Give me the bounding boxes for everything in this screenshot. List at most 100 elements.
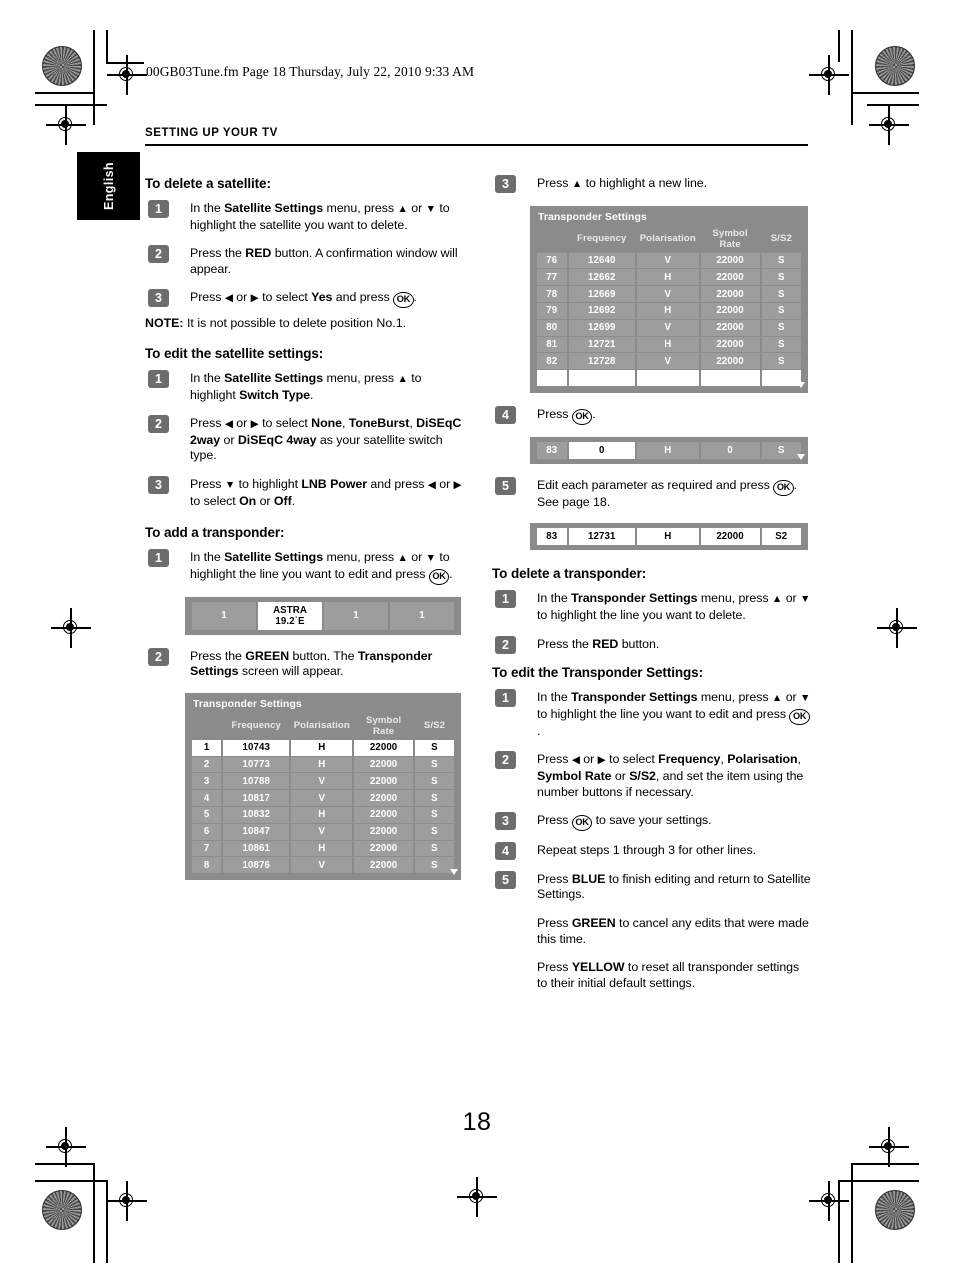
table-row[interactable]: 83 [537, 370, 801, 386]
table-cell[interactable]: 10788 [223, 773, 290, 790]
table-cell[interactable]: H [291, 756, 353, 773]
table-cell[interactable]: 22000 [700, 528, 760, 546]
table-cell[interactable]: 10832 [223, 807, 290, 823]
table-cell[interactable]: 22000 [354, 739, 413, 756]
table-cell[interactable]: 10743 [223, 739, 290, 756]
table-cell[interactable]: S [761, 336, 801, 353]
scroll-down-arrow-icon[interactable] [797, 381, 805, 388]
table-cell[interactable]: 3 [192, 773, 222, 790]
transponder-saved-strip-row[interactable]: 83 12731 H 22000 S2 [537, 528, 801, 546]
table-cell[interactable]: H [636, 336, 699, 353]
table-cell[interactable]: 12692 [568, 302, 635, 319]
table-cell[interactable]: 22000 [700, 269, 760, 286]
table-cell[interactable]: 1 [324, 601, 388, 630]
table-cell[interactable]: H [636, 441, 699, 459]
table-cell[interactable]: V [636, 286, 699, 302]
table-cell[interactable]: 22000 [700, 252, 760, 269]
table-cell[interactable]: 12731 [568, 528, 635, 546]
table-cell[interactable]: H [291, 840, 353, 857]
table-cell[interactable]: 4 [192, 790, 222, 807]
table-cell[interactable]: H [636, 269, 699, 286]
table-cell[interactable]: 1 [390, 601, 454, 630]
table-cell[interactable]: S [414, 840, 454, 857]
table-cell[interactable]: 12640 [568, 252, 635, 269]
table-row[interactable]: 3 10788 V 22000 S [192, 773, 454, 790]
table-cell[interactable]: 82 [537, 353, 567, 370]
transponder-saved-strip[interactable]: 83 12731 H 22000 S2 [530, 523, 808, 551]
table-cell[interactable]: 8 [192, 857, 222, 874]
table-cell[interactable]: 80 [537, 319, 567, 336]
table-cell[interactable]: 77 [537, 269, 567, 286]
table-cell[interactable]: 22000 [354, 790, 413, 807]
table-cell[interactable] [568, 370, 635, 386]
table-row[interactable]: 77 12662 H 22000 S [537, 269, 801, 286]
table-cell[interactable] [761, 370, 801, 386]
table-cell[interactable]: S [414, 807, 454, 823]
table-cell[interactable]: S [414, 739, 454, 756]
table-row[interactable]: 8 10876 V 22000 S [192, 857, 454, 874]
table-cell[interactable]: 22000 [354, 857, 413, 874]
transponder-edit-strip[interactable]: 83 0 H 0 S [530, 436, 808, 464]
table-cell[interactable]: V [636, 252, 699, 269]
table-cell[interactable]: 22000 [354, 756, 413, 773]
satellite-settings-strip[interactable]: 1 ASTRA 19.2˙E 1 1 [185, 596, 461, 635]
table-cell[interactable]: S [414, 756, 454, 773]
satellite-strip-row[interactable]: 1 ASTRA 19.2˙E 1 1 [192, 601, 454, 630]
transponder-settings-panel-right[interactable]: Transponder Settings Frequency Polarisati… [530, 205, 808, 393]
table-cell[interactable]: S [414, 857, 454, 874]
table-cell[interactable]: 22000 [700, 286, 760, 302]
table-cell[interactable]: 83 [537, 528, 567, 546]
table-cell[interactable]: S [414, 790, 454, 807]
table-row[interactable]: 76 12640 V 22000 S [537, 252, 801, 269]
table-cell[interactable]: 1 [192, 601, 256, 630]
table-cell[interactable]: S [761, 319, 801, 336]
table-cell[interactable]: 12728 [568, 353, 635, 370]
table-cell[interactable]: S [761, 286, 801, 302]
table-cell[interactable]: 22000 [354, 840, 413, 857]
table-row[interactable]: 4 10817 V 22000 S [192, 790, 454, 807]
table-row[interactable]: 1 10743 H 22000 S [192, 739, 454, 756]
table-row[interactable]: 78 12669 V 22000 S [537, 286, 801, 302]
table-cell[interactable]: 12662 [568, 269, 635, 286]
table-cell[interactable]: S [414, 773, 454, 790]
table-row[interactable]: 79 12692 H 22000 S [537, 302, 801, 319]
table-cell[interactable]: 10847 [223, 823, 290, 840]
table-cell[interactable]: V [291, 857, 353, 874]
table-cell[interactable]: 0 [568, 441, 635, 459]
table-cell[interactable]: S [761, 252, 801, 269]
table-cell[interactable]: 12669 [568, 286, 635, 302]
table-cell[interactable]: 81 [537, 336, 567, 353]
table-cell[interactable]: 7 [192, 840, 222, 857]
table-cell[interactable]: 10773 [223, 756, 290, 773]
table-cell[interactable]: 76 [537, 252, 567, 269]
table-row[interactable]: 6 10847 V 22000 S [192, 823, 454, 840]
table-cell[interactable]: 12721 [568, 336, 635, 353]
table-row[interactable]: 80 12699 V 22000 S [537, 319, 801, 336]
table-row[interactable]: 81 12721 H 22000 S [537, 336, 801, 353]
scroll-down-arrow-icon[interactable] [450, 869, 458, 876]
table-cell[interactable]: S2 [761, 528, 801, 546]
table-cell[interactable]: 22000 [700, 353, 760, 370]
table-row[interactable]: 5 10832 H 22000 S [192, 807, 454, 823]
table-cell[interactable]: 22000 [354, 807, 413, 823]
table-cell[interactable]: V [291, 773, 353, 790]
table-cell[interactable]: 12699 [568, 319, 635, 336]
transponder-settings-panel-left[interactable]: Transponder Settings Frequency Polarisati… [185, 692, 461, 881]
table-cell[interactable]: S [761, 441, 801, 459]
table-cell[interactable]: 22000 [700, 319, 760, 336]
table-row[interactable]: 2 10773 H 22000 S [192, 756, 454, 773]
table-cell[interactable] [636, 370, 699, 386]
table-cell[interactable]: H [636, 302, 699, 319]
table-cell[interactable]: 22000 [354, 773, 413, 790]
table-cell[interactable]: 83 [537, 370, 567, 386]
table-cell[interactable]: V [291, 823, 353, 840]
transponder-edit-strip-row[interactable]: 83 0 H 0 S [537, 441, 801, 459]
table-cell[interactable]: H [291, 739, 353, 756]
table-cell[interactable]: 5 [192, 807, 222, 823]
table-cell[interactable]: 83 [537, 441, 567, 459]
table-cell[interactable]: 10861 [223, 840, 290, 857]
table-cell[interactable]: ASTRA 19.2˙E [258, 601, 322, 630]
table-cell[interactable]: S [761, 269, 801, 286]
table-cell[interactable]: S [761, 353, 801, 370]
table-cell[interactable]: S [414, 823, 454, 840]
